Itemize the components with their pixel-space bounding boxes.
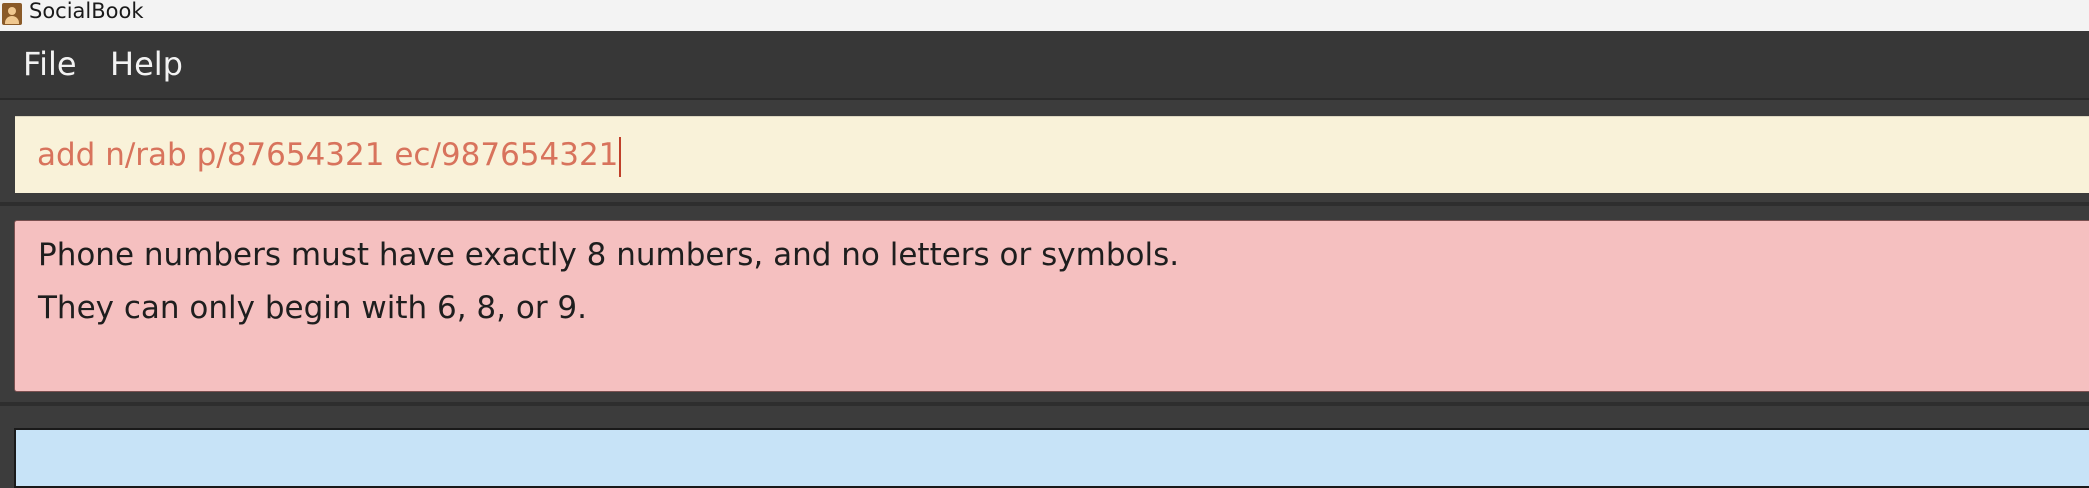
menu-file[interactable]: File	[23, 44, 77, 84]
command-area: add n/rab p/87654321 ec/987654321	[0, 102, 2089, 202]
command-input-text: add n/rab p/87654321 ec/987654321	[37, 137, 619, 173]
result-message-line: They can only begin with 6, 8, or 9.	[38, 290, 587, 326]
command-input[interactable]: add n/rab p/87654321 ec/987654321	[15, 116, 2089, 193]
window-title-bar: SocialBook	[0, 0, 2089, 31]
address-book-icon	[2, 3, 22, 25]
result-area: Phone numbers must have exactly 8 number…	[0, 202, 2089, 402]
menu-help[interactable]: Help	[110, 44, 183, 84]
person-list-panel[interactable]	[14, 428, 2089, 488]
menu-bar: File Help	[0, 31, 2089, 100]
result-display: Phone numbers must have exactly 8 number…	[14, 220, 2089, 392]
text-caret	[619, 136, 622, 177]
result-message-line: Phone numbers must have exactly 8 number…	[38, 237, 1180, 273]
window-title: SocialBook	[29, 0, 144, 23]
person-list-area	[0, 402, 2089, 488]
